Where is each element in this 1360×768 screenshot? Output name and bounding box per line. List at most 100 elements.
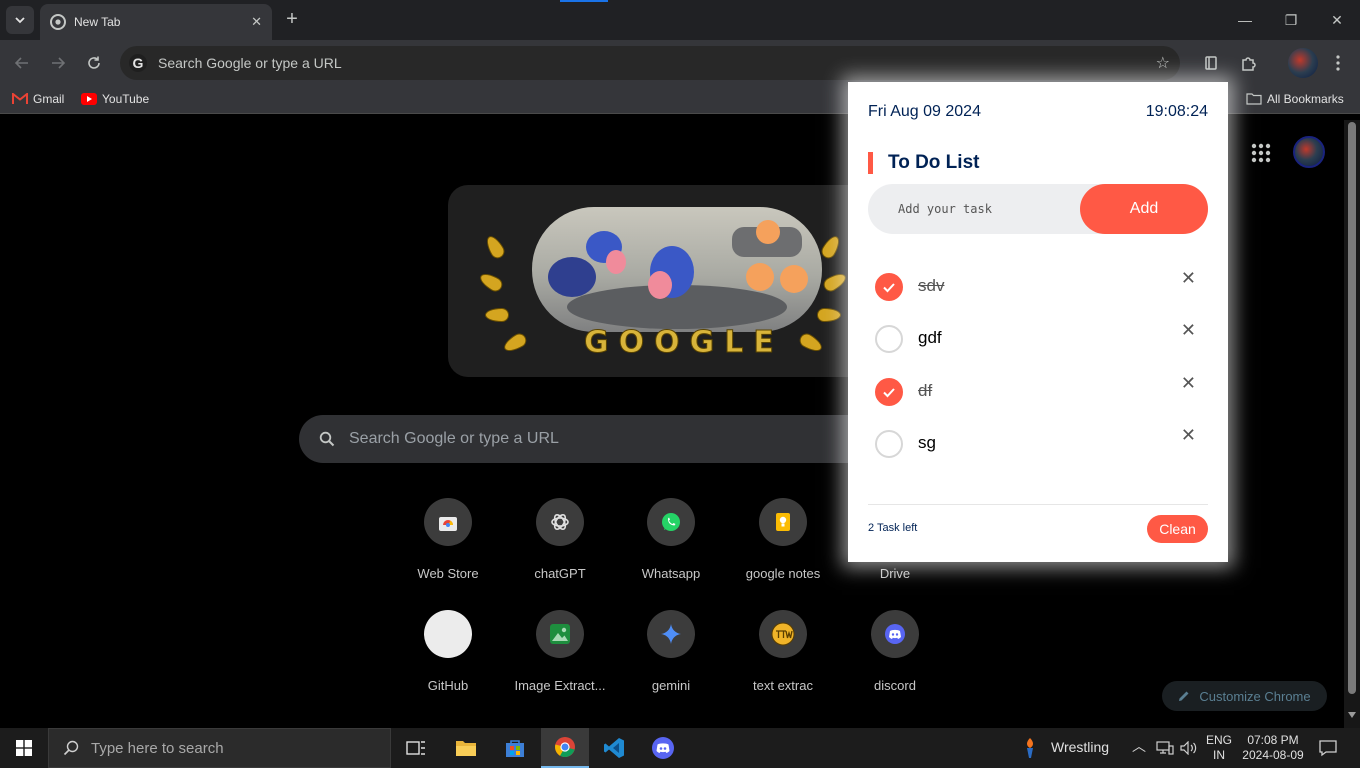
task-label: sg <box>918 433 936 452</box>
discord-icon <box>652 737 674 759</box>
google-apps-icon[interactable] <box>1250 142 1272 164</box>
browser-toolbar: G Search Google or type a URL ☆ <box>0 40 1360 86</box>
back-button[interactable] <box>8 49 36 77</box>
network-icon[interactable] <box>1156 741 1174 755</box>
taskbar-store[interactable] <box>491 728 539 768</box>
taskbar-file-explorer[interactable] <box>442 728 490 768</box>
shortcut-whatsapp[interactable]: Whatsapp <box>615 498 727 581</box>
task-checkbox[interactable] <box>875 325 903 353</box>
shortcut-text-extract[interactable]: text extrac <box>727 610 839 693</box>
extensions-icon[interactable] <box>1238 52 1260 74</box>
close-window-button[interactable]: ✕ <box>1314 0 1360 40</box>
input-language-line2: IN <box>1213 748 1225 762</box>
doodle-birds-illustration <box>548 220 808 329</box>
task-item[interactable]: sdv ✕ <box>868 266 1208 306</box>
task-item[interactable]: gdf ✕ <box>868 318 1208 358</box>
speaker-icon[interactable] <box>1180 741 1198 755</box>
task-view-icon <box>406 741 425 755</box>
store-icon <box>506 740 524 757</box>
close-icon[interactable]: ✕ <box>251 14 262 30</box>
google-g-icon: G <box>129 54 147 72</box>
taskbar-search-placeholder: Type here to search <box>91 739 224 757</box>
ntp-search-box[interactable]: Search Google or type a URL <box>299 415 879 463</box>
taskbar-vscode[interactable] <box>590 728 638 768</box>
youtube-icon <box>81 93 97 105</box>
close-icon[interactable]: ✕ <box>1181 268 1196 289</box>
page-scrollbar[interactable] <box>1344 120 1360 728</box>
whatsapp-icon <box>662 513 680 531</box>
forward-button[interactable] <box>44 49 72 77</box>
more-options-icon[interactable] <box>1327 52 1349 74</box>
star-icon[interactable]: ☆ <box>1156 53 1170 73</box>
checkmark-icon <box>883 388 895 398</box>
account-avatar[interactable] <box>1293 136 1325 168</box>
notification-icon[interactable] <box>1318 738 1338 758</box>
doodle-scene <box>532 207 822 332</box>
scrollbar-thumb[interactable] <box>1348 122 1356 694</box>
task-label: sdv <box>918 276 945 295</box>
task-item[interactable]: sg ✕ <box>868 423 1208 463</box>
torch-icon <box>1027 738 1033 758</box>
reload-button[interactable] <box>80 49 108 77</box>
task-input[interactable] <box>868 184 1088 234</box>
shortcut-gemini[interactable]: gemini <box>615 610 727 693</box>
taskbar-clock[interactable]: 07:08 PM 2024-08-09 <box>1238 733 1308 763</box>
scroll-down-arrow-icon[interactable] <box>1348 712 1356 718</box>
task-checkbox[interactable] <box>875 273 903 301</box>
start-button[interactable] <box>0 728 48 768</box>
close-icon[interactable]: ✕ <box>1181 320 1196 341</box>
task-checkbox[interactable] <box>875 378 903 406</box>
task-label: df <box>918 381 933 400</box>
shortcut-chatgpt[interactable]: chatGPT <box>504 498 616 581</box>
weather-widget-icon[interactable] <box>1016 728 1044 768</box>
taskbar-chrome[interactable] <box>541 728 589 768</box>
new-tab-button[interactable]: + <box>282 8 302 32</box>
input-language-line1: ENG <box>1205 733 1232 747</box>
taskbar-search-box[interactable]: Type here to search <box>48 728 391 768</box>
todo-date: Fri Aug 09 2024 <box>868 103 981 120</box>
bookmark-label: YouTube <box>102 92 150 106</box>
weather-widget-label[interactable]: Wrestling <box>1051 740 1109 755</box>
gmail-icon <box>12 93 28 104</box>
taskbar-discord[interactable] <box>639 728 687 768</box>
bookmark-gmail[interactable]: Gmail <box>12 92 64 106</box>
input-language[interactable]: ENG IN <box>1205 733 1233 763</box>
clock-time: 07:08 PM <box>1247 733 1299 747</box>
shortcut-github[interactable]: GitHub <box>392 610 504 693</box>
customize-chrome-button[interactable]: Customize Chrome <box>1162 681 1327 711</box>
reading-list-icon[interactable] <box>1200 52 1222 74</box>
shortcut-label: chatGPT <box>534 566 586 581</box>
task-checkbox[interactable] <box>875 430 903 458</box>
restore-button[interactable]: ❐ <box>1268 0 1314 40</box>
close-icon[interactable]: ✕ <box>1181 425 1196 446</box>
bookmark-youtube[interactable]: YouTube <box>81 92 149 106</box>
shortcut-image-extract[interactable]: Image Extract... <box>504 610 616 693</box>
profile-avatar[interactable] <box>1288 48 1318 78</box>
add-task-button[interactable]: Add <box>1080 184 1208 234</box>
task-label: gdf <box>918 328 942 347</box>
vscode-icon <box>604 738 624 758</box>
task-view-button[interactable] <box>392 728 440 768</box>
tab-new-tab[interactable]: New Tab ✕ <box>40 4 272 40</box>
laurel-leaf <box>482 233 508 261</box>
todo-popup: Fri Aug 09 2024 19:08:24 To Do List Add … <box>848 82 1228 562</box>
omnibox[interactable]: G Search Google or type a URL ☆ <box>120 46 1180 80</box>
google-doodle[interactable]: GOOGLE <box>448 185 878 377</box>
shortcut-web-store[interactable]: Web Store <box>392 498 504 581</box>
all-bookmarks-label: All Bookmarks <box>1267 92 1344 106</box>
shortcut-label: Whatsapp <box>641 566 701 581</box>
minimize-button[interactable]: — <box>1222 0 1268 40</box>
clock-date: 2024-08-09 <box>1242 748 1304 762</box>
doodle-wordmark: GOOGLE <box>584 325 784 361</box>
tab-search-button[interactable] <box>6 6 34 34</box>
clean-button[interactable]: Clean <box>1147 515 1208 543</box>
shortcut-discord[interactable]: discord <box>839 610 951 693</box>
close-icon[interactable]: ✕ <box>1181 373 1196 394</box>
todo-divider <box>868 504 1208 505</box>
shortcut-label: text extrac <box>753 678 813 693</box>
github-icon <box>439 625 457 643</box>
shortcut-google-notes[interactable]: google notes <box>727 498 839 581</box>
all-bookmarks[interactable]: All Bookmarks <box>1246 92 1344 106</box>
chevron-up-icon[interactable]: ︿ <box>1132 739 1146 754</box>
task-item[interactable]: df ✕ <box>868 371 1208 411</box>
